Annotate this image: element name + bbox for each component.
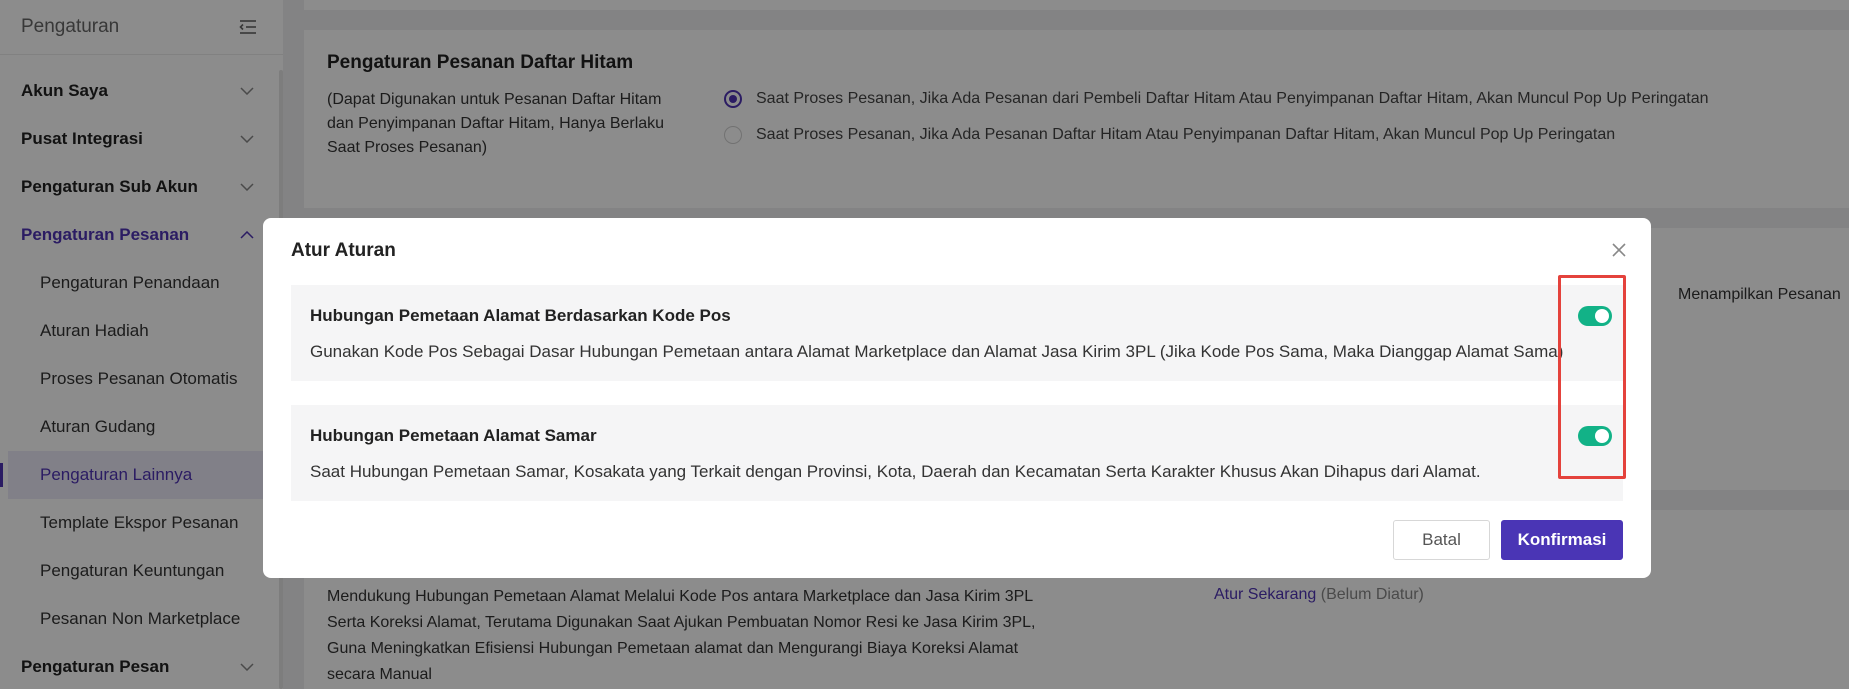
rule-title: Hubungan Pemetaan Alamat Samar bbox=[310, 426, 597, 445]
rule-title: Hubungan Pemetaan Alamat Berdasarkan Kod… bbox=[310, 306, 731, 325]
rule-fuzzy-mapping: Hubungan Pemetaan Alamat Samar Saat Hubu… bbox=[291, 405, 1623, 501]
close-icon[interactable] bbox=[1609, 240, 1629, 260]
rules-modal: Atur Aturan Hubungan Pemetaan Alamat Ber… bbox=[263, 218, 1651, 578]
rule-description: Gunakan Kode Pos Sebagai Dasar Hubungan … bbox=[310, 342, 1564, 361]
modal-title: Atur Aturan bbox=[291, 240, 396, 261]
rule-postcode-mapping: Hubungan Pemetaan Alamat Berdasarkan Kod… bbox=[291, 285, 1623, 381]
cancel-button[interactable]: Batal bbox=[1393, 520, 1490, 560]
confirm-button[interactable]: Konfirmasi bbox=[1501, 520, 1623, 560]
toggle-highlight-box bbox=[1558, 275, 1626, 479]
rule-description: Saat Hubungan Pemetaan Samar, Kosakata y… bbox=[310, 462, 1481, 481]
